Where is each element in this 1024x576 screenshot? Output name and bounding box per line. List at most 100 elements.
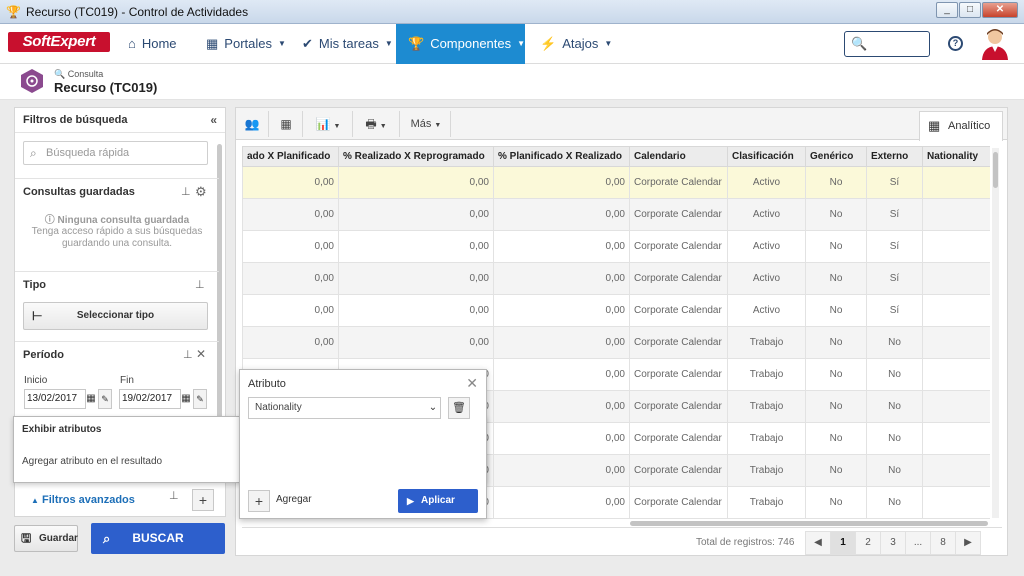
clear-date-icon[interactable]: ✎ bbox=[98, 389, 112, 409]
table-cell: No bbox=[805, 198, 867, 231]
table-cell: Sí bbox=[866, 198, 923, 231]
calendar-icon[interactable]: ▦ bbox=[85, 389, 97, 409]
attribute-title: Atributo bbox=[248, 378, 286, 390]
calendar-icon[interactable]: ▦ bbox=[180, 389, 192, 409]
clear-filter-icon[interactable]: ⊥ bbox=[195, 278, 205, 291]
help-icon[interactable]: ? bbox=[948, 36, 963, 51]
column-header[interactable]: ado X Planificado bbox=[242, 146, 339, 167]
print-button[interactable]: 🖶 ▼ bbox=[356, 112, 396, 136]
clear-filter-icon[interactable]: ⊥ bbox=[169, 489, 179, 502]
pager-page-1[interactable]: 1 bbox=[830, 531, 856, 555]
inicio-date-input[interactable]: 13/02/2017 bbox=[24, 389, 86, 409]
total-records: Total de registros: 746 bbox=[696, 537, 795, 548]
column-header[interactable]: Externo bbox=[866, 146, 923, 167]
table-cell: No bbox=[805, 390, 867, 423]
hierarchy-icon: ⊢ bbox=[32, 309, 43, 323]
minimize-button[interactable]: _ bbox=[936, 2, 958, 18]
save-query-button[interactable]: 🖫 Guardar bbox=[14, 525, 78, 552]
table-row[interactable]: 0,00 0,00 0,00 Corporate Calendar Activo No Sí bbox=[242, 262, 990, 295]
advanced-filters-link[interactable]: ▲ Filtros avanzados bbox=[31, 494, 135, 506]
user-avatar[interactable] bbox=[980, 26, 1010, 60]
table-cell bbox=[922, 166, 990, 199]
add-attribute-label: Agregar bbox=[276, 494, 312, 505]
close-window-button[interactable]: ✕ bbox=[982, 2, 1018, 18]
collapse-panel-icon[interactable]: « bbox=[210, 108, 217, 133]
column-header[interactable]: Genérico bbox=[805, 146, 867, 167]
pager-page-2[interactable]: 2 bbox=[855, 531, 881, 555]
close-icon[interactable]: ✕ bbox=[466, 375, 478, 392]
table-row[interactable]: 0,00 0,00 0,00 Corporate Calendar Activo No Sí bbox=[242, 166, 990, 199]
table-cell bbox=[922, 358, 990, 391]
apply-button[interactable]: ▶ Aplicar bbox=[398, 489, 478, 513]
table-cell: 0,00 bbox=[493, 294, 630, 327]
filters-title: Filtros de búsqueda bbox=[23, 114, 128, 126]
pager-page-8[interactable]: 8 bbox=[930, 531, 956, 555]
search-icon: ⌕ bbox=[103, 531, 111, 546]
clear-date-icon[interactable]: ✎ bbox=[193, 389, 207, 409]
more-button[interactable]: Más ▼ bbox=[404, 112, 448, 136]
attribute-select[interactable]: Nationality ⌄ bbox=[248, 397, 441, 419]
table-row[interactable]: 0,00 0,00 0,00 Corporate Calendar Activo No Sí bbox=[242, 230, 990, 263]
nav-portales[interactable]: ▦ Portales ▼ bbox=[206, 24, 286, 64]
quick-search-input[interactable]: ⌕ Búsqueda rápida bbox=[23, 141, 208, 165]
calendar-view-button[interactable]: ▦ bbox=[274, 112, 298, 136]
table-cell: No bbox=[805, 326, 867, 359]
gear-icon[interactable]: ⚙ bbox=[195, 184, 207, 200]
table-cell: Trabajo bbox=[727, 454, 806, 487]
nav-componentes[interactable]: 🏆 Componentes ▼ bbox=[396, 24, 525, 64]
pager-prev[interactable]: ◀ bbox=[805, 531, 831, 555]
table-row[interactable]: 0,00 0,00 0,00 Corporate Calendar Activo No Sí bbox=[242, 294, 990, 327]
table-cell: No bbox=[866, 454, 923, 487]
table-cell: 0,00 bbox=[242, 230, 339, 263]
show-attributes-title: Exhibir atributos bbox=[22, 424, 102, 435]
grid-vertical-scrollbar[interactable] bbox=[992, 148, 999, 518]
nav-atajos[interactable]: ⚡ Atajos ▼ bbox=[540, 24, 612, 64]
table-cell: 0,00 bbox=[242, 166, 339, 199]
users-view-button[interactable]: 👥 bbox=[240, 112, 264, 136]
view-selector-tab[interactable]: ▦ Analítico ▼ bbox=[919, 111, 1003, 159]
nav-search-input[interactable]: 🔍 bbox=[844, 31, 930, 57]
delete-attribute-button[interactable]: 🗑 bbox=[448, 397, 470, 419]
toolbar-separator bbox=[450, 111, 451, 137]
grid-horizontal-scrollbar[interactable] bbox=[630, 521, 988, 526]
scrollbar-thumb[interactable] bbox=[993, 152, 998, 188]
add-attribute-button[interactable]: + bbox=[248, 490, 270, 512]
nav-mis-tareas[interactable]: ✔ Mis tareas ▼ bbox=[302, 24, 393, 64]
column-header[interactable]: Nationality bbox=[922, 146, 990, 167]
calendar-icon: ▦ bbox=[280, 117, 292, 131]
close-icon[interactable]: ✕ bbox=[196, 347, 206, 361]
home-icon: ⌂ bbox=[128, 36, 136, 51]
table-cell: 0,00 bbox=[493, 486, 630, 519]
caret-up-icon: ▲ bbox=[31, 496, 39, 505]
pager-page-3[interactable]: 3 bbox=[880, 531, 906, 555]
clear-filter-icon[interactable]: ⊥ bbox=[183, 348, 193, 361]
window-titlebar: 🏆 Recurso (TC019) - Control de Actividad… bbox=[0, 0, 1024, 24]
table-cell: 0,00 bbox=[493, 166, 630, 199]
attribute-selected-value: Nationality bbox=[255, 402, 302, 413]
table-cell: No bbox=[805, 358, 867, 391]
table-cell: 0,00 bbox=[242, 198, 339, 231]
trophy-icon: 🏆 bbox=[408, 36, 425, 51]
nav-home[interactable]: ⌂ Home bbox=[128, 24, 177, 64]
softexpert-logo[interactable]: SoftExpert bbox=[8, 32, 110, 52]
maximize-button[interactable]: □ bbox=[959, 2, 981, 18]
advanced-filters-label: Filtros avanzados bbox=[41, 494, 135, 506]
table-cell bbox=[922, 422, 990, 455]
add-filter-button[interactable]: + bbox=[192, 489, 214, 511]
table-row[interactable]: 0,00 0,00 0,00 Corporate Calendar Activo No Sí bbox=[242, 198, 990, 231]
column-header[interactable]: Clasificación bbox=[727, 146, 806, 167]
search-button[interactable]: ⌕ BUSCAR bbox=[91, 523, 225, 554]
select-type-button[interactable]: ⊢ Seleccionar tipo bbox=[23, 302, 208, 330]
pager-next[interactable]: ▶ bbox=[955, 531, 981, 555]
clear-filter-icon[interactable]: ⊥ bbox=[181, 185, 191, 198]
column-header[interactable]: Calendario bbox=[629, 146, 728, 167]
fin-date-input[interactable]: 19/02/2017 bbox=[119, 389, 181, 409]
table-row[interactable]: 0,000,000,00Corporate CalendarTrabajoNoN… bbox=[242, 326, 990, 359]
table-cell: 0,00 bbox=[338, 230, 494, 263]
column-header[interactable]: % Realizado X Reprogramado bbox=[338, 146, 494, 167]
column-header[interactable]: % Planificado X Realizado bbox=[493, 146, 630, 167]
table-cell: Trabajo bbox=[727, 326, 806, 359]
chart-button[interactable]: 📊 ▼ bbox=[308, 112, 348, 136]
table-cell: Corporate Calendar bbox=[629, 486, 728, 519]
table-cell: Corporate Calendar bbox=[629, 166, 728, 199]
